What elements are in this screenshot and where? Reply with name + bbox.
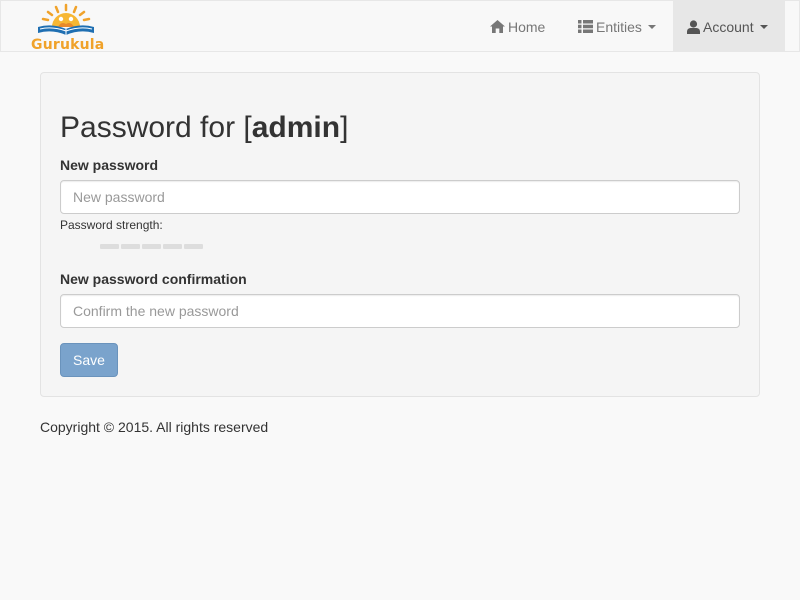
home-icon	[490, 20, 505, 33]
confirm-password-label: New password confirmation	[60, 271, 247, 287]
nav-home-label: Home	[508, 18, 546, 35]
chevron-down-icon	[647, 24, 656, 29]
strength-segment	[184, 244, 203, 249]
footer-copyright: Copyright © 2015. All rights reserved	[40, 419, 269, 435]
nav-entities-label: Entities	[596, 18, 642, 35]
brand-name: Gurukula	[31, 37, 105, 53]
strength-segment	[163, 244, 182, 249]
strength-segment	[142, 244, 161, 249]
navbar: Gurukula Home Entities Account	[0, 0, 800, 53]
chevron-down-icon	[759, 24, 768, 29]
password-panel: Password for [admin] New password Passwo…	[40, 72, 760, 397]
page-title: Password for [admin]	[60, 111, 348, 145]
page-title-suffix: ]	[340, 111, 349, 144]
password-strength-meter	[100, 244, 205, 249]
nav-home[interactable]: Home	[490, 1, 545, 52]
sun-over-book-logo-icon	[38, 3, 94, 35]
page-title-username: admin	[251, 111, 341, 144]
confirm-password-input[interactable]	[60, 294, 740, 328]
strength-segment	[121, 244, 140, 249]
brand-logo[interactable]: Gurukula	[29, 1, 109, 53]
nav-account-label: Account	[703, 18, 754, 35]
nav-entities-dropdown[interactable]: Entities	[578, 1, 656, 52]
password-strength-label: Password strength:	[60, 218, 163, 232]
nav-account-dropdown[interactable]: Account	[673, 1, 785, 52]
save-button[interactable]: Save	[60, 343, 118, 377]
new-password-label: New password	[60, 157, 159, 173]
page-title-prefix: Password for [	[60, 111, 252, 144]
strength-segment	[100, 244, 119, 249]
user-icon	[687, 19, 700, 34]
list-icon	[578, 20, 593, 33]
new-password-input[interactable]	[60, 180, 740, 214]
